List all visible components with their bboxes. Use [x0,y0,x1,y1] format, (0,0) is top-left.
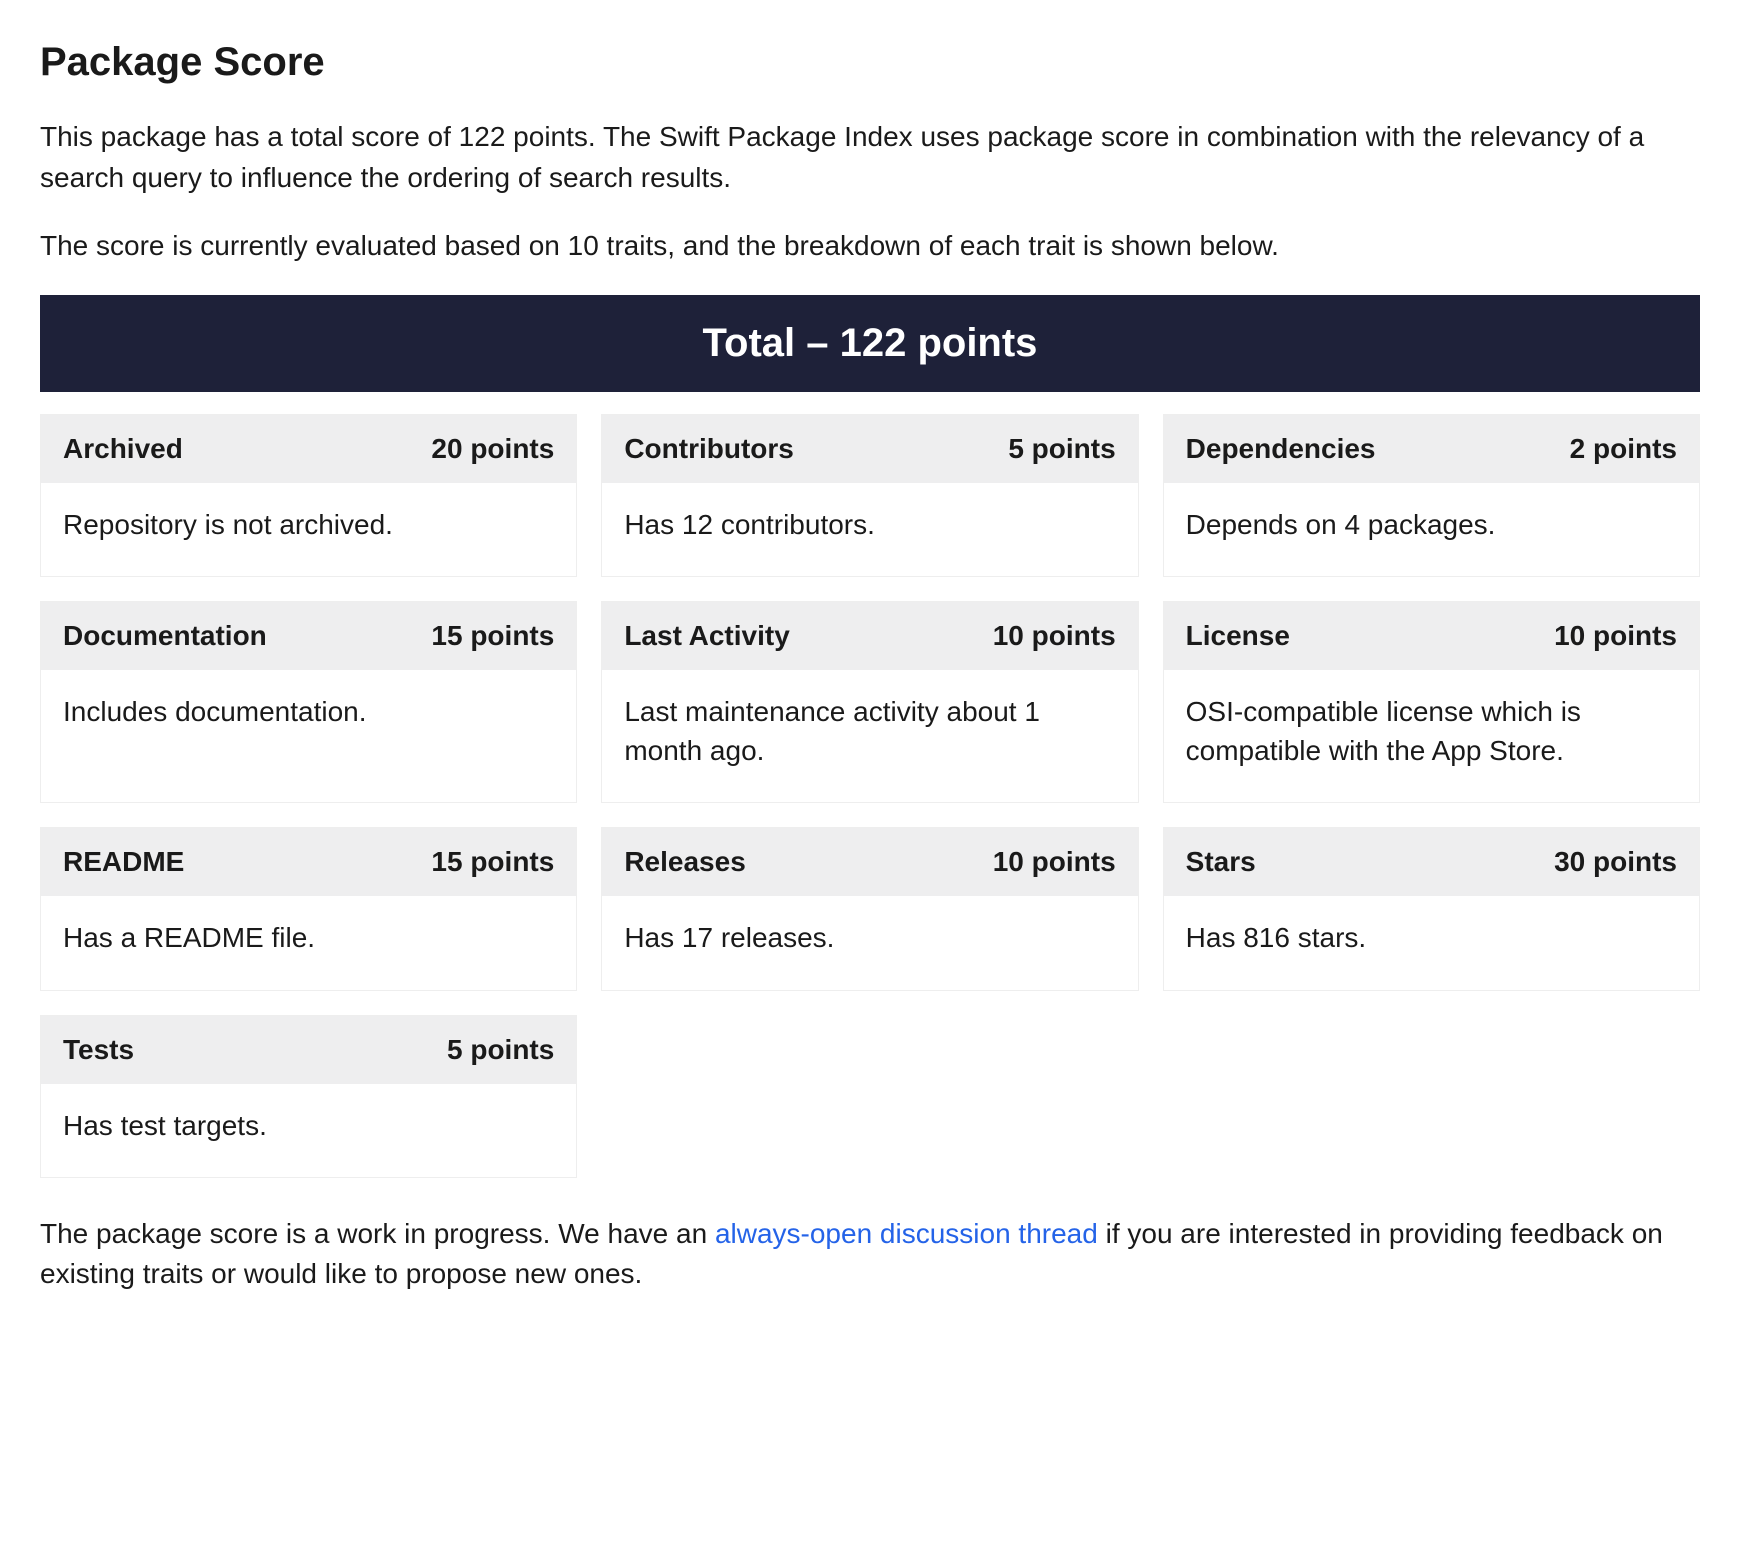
trait-body: Includes documentation. [41,670,576,802]
trait-points: 10 points [993,620,1116,652]
traits-grid: Archived 20 points Repository is not archi… [40,414,1700,1178]
trait-card: License 10 points OSI-compatible license w… [1163,601,1700,803]
trait-points: 5 points [447,1034,554,1066]
trait-points: 5 points [1008,433,1115,465]
trait-title: Documentation [63,620,267,652]
page-title: Package Score [40,40,1700,85]
trait-header: Last Activity 10 points [602,602,1137,670]
trait-card: Dependencies 2 points Depends on 4 package… [1163,414,1700,577]
trait-title: Contributors [624,433,794,465]
trait-body: Repository is not archived. [41,483,576,576]
trait-card: README 15 points Has a README file. [40,827,577,990]
trait-card: Stars 30 points Has 816 stars. [1163,827,1700,990]
trait-title: Tests [63,1034,134,1066]
footer-note: The package score is a work in progress.… [40,1214,1700,1295]
trait-points: 20 points [431,433,554,465]
trait-header: Releases 10 points [602,828,1137,896]
trait-body: OSI-compatible license which is compatib… [1164,670,1699,802]
trait-title: README [63,846,184,878]
trait-header: Stars 30 points [1164,828,1699,896]
total-score-banner: Total – 122 points [40,295,1700,392]
trait-header: License 10 points [1164,602,1699,670]
trait-title: Last Activity [624,620,789,652]
trait-body: Last maintenance activity about 1 month … [602,670,1137,802]
trait-header: Documentation 15 points [41,602,576,670]
intro-paragraph-2: The score is currently evaluated based o… [40,226,1700,267]
trait-body: Has 816 stars. [1164,896,1699,989]
trait-points: 15 points [431,620,554,652]
trait-title: Releases [624,846,745,878]
trait-card: Last Activity 10 points Last maintenance a… [601,601,1138,803]
trait-points: 2 points [1570,433,1677,465]
trait-points: 30 points [1554,846,1677,878]
trait-body: Has 12 contributors. [602,483,1137,576]
discussion-thread-link[interactable]: always-open discussion thread [715,1218,1098,1249]
trait-header: Tests 5 points [41,1016,576,1084]
trait-header: Archived 20 points [41,415,576,483]
trait-header: Dependencies 2 points [1164,415,1699,483]
trait-header: Contributors 5 points [602,415,1137,483]
footer-prefix: The package score is a work in progress.… [40,1218,715,1249]
trait-body: Has 17 releases. [602,896,1137,989]
trait-card: Archived 20 points Repository is not archi… [40,414,577,577]
trait-header: README 15 points [41,828,576,896]
trait-card: Documentation 15 points Includes documenta… [40,601,577,803]
trait-body: Depends on 4 packages. [1164,483,1699,576]
intro-paragraph-1: This package has a total score of 122 po… [40,117,1700,198]
trait-card: Tests 5 points Has test targets. [40,1015,577,1178]
trait-title: Stars [1186,846,1256,878]
trait-body: Has a README file. [41,896,576,989]
trait-points: 10 points [1554,620,1677,652]
trait-title: License [1186,620,1290,652]
trait-points: 15 points [431,846,554,878]
trait-title: Archived [63,433,183,465]
trait-body: Has test targets. [41,1084,576,1177]
trait-card: Contributors 5 points Has 12 contributors. [601,414,1138,577]
trait-card: Releases 10 points Has 17 releases. [601,827,1138,990]
trait-points: 10 points [993,846,1116,878]
trait-title: Dependencies [1186,433,1376,465]
